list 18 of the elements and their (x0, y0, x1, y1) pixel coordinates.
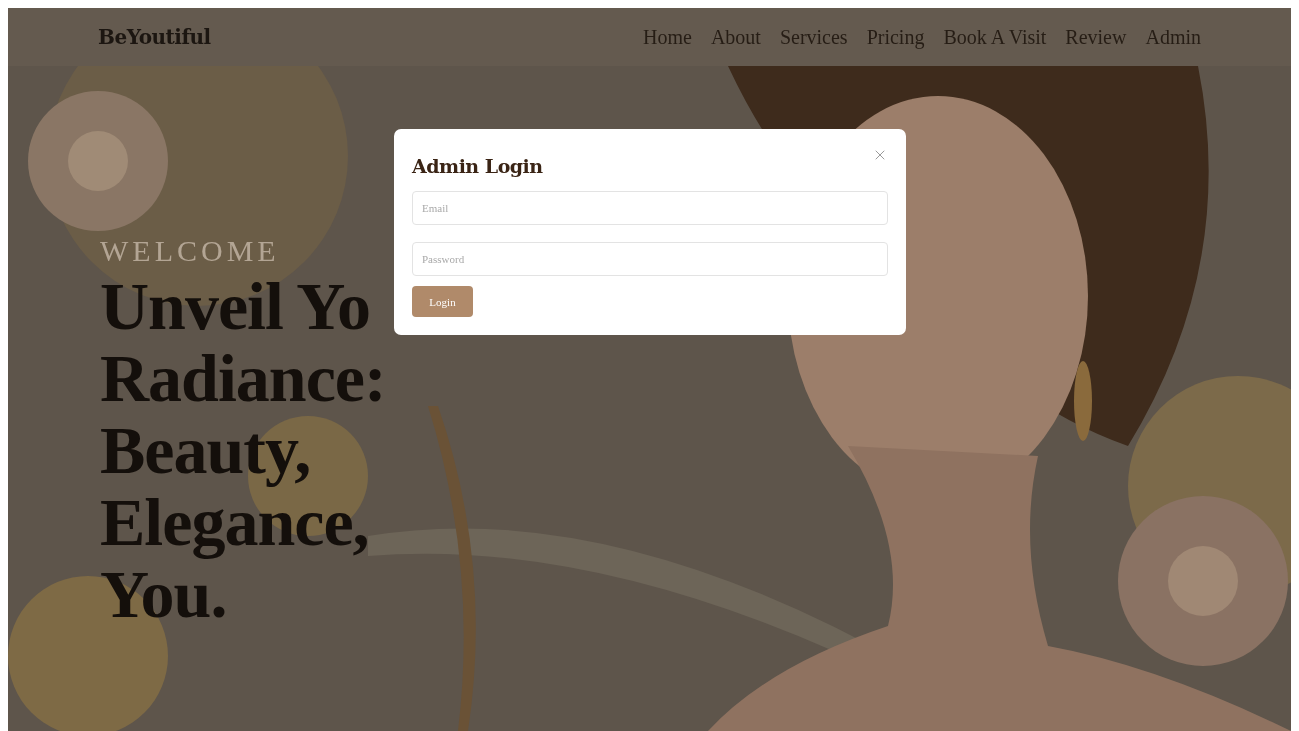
nav-link[interactable]: Review (1065, 25, 1127, 49)
welcome-label: WELCOME (100, 234, 280, 268)
brand-logo[interactable]: BeYoutiful (98, 25, 211, 49)
input-field[interactable]: Email (412, 191, 888, 225)
nav-link[interactable]: Admin (1145, 25, 1201, 49)
nav-link[interactable]: About (710, 25, 761, 49)
headline-line: Radiance: (100, 342, 386, 414)
headline-line: Elegance, (100, 486, 369, 558)
login-button[interactable]: Login (412, 286, 473, 317)
input-field[interactable]: Password (412, 242, 888, 276)
headline-line: Beauty, (100, 414, 311, 486)
dialog-title: Admin Login (412, 155, 543, 177)
headline-line: Unveil Yo (100, 270, 370, 342)
headline-line: You. (100, 558, 227, 630)
nav-link[interactable]: Home (643, 25, 692, 49)
nav-link[interactable]: Pricing (866, 25, 925, 49)
nav-link[interactable]: Services (779, 25, 848, 49)
nav-link[interactable]: Book A Visit (943, 25, 1047, 49)
